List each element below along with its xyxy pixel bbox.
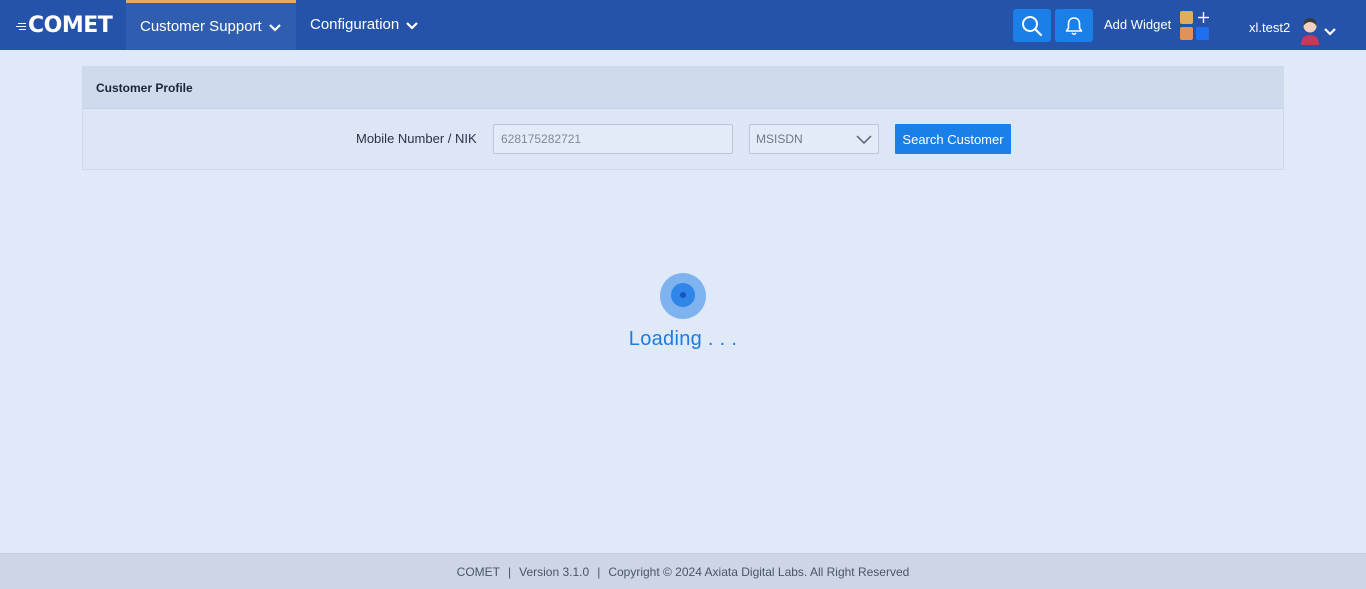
add-widget-label: Add Widget (1104, 16, 1172, 32)
footer: COMET | Version 3.1.0 | Copyright © 2024… (0, 553, 1366, 589)
search-button[interactable] (1013, 9, 1051, 42)
add-widget-icon (1180, 11, 1212, 43)
nav-customer-support-label: Customer Support (140, 17, 262, 35)
comet-logo[interactable]: COMET (16, 13, 113, 38)
footer-app-name: COMET (456, 564, 500, 579)
footer-version: Version 3.1.0 (519, 564, 590, 579)
chevron-down-icon (268, 23, 281, 32)
footer-separator: | (597, 564, 601, 579)
search-customer-button[interactable]: Search Customer (895, 124, 1011, 154)
add-widget-button[interactable]: Add Widget (1104, 0, 1209, 50)
id-type-selected-value: MSISDN (756, 132, 803, 146)
top-navigation-bar: COMET Customer Support Configuration Add… (0, 0, 1366, 50)
search-icon (1022, 15, 1043, 36)
chevron-down-icon (406, 22, 419, 30)
mobile-number-label: Mobile Number / NIK (356, 131, 477, 146)
logo-speed-lines-icon (16, 20, 28, 32)
nav-configuration-label: Configuration (310, 16, 400, 33)
panel-header: Customer Profile (83, 67, 1283, 109)
id-type-select[interactable]: MSISDN (749, 124, 879, 154)
chevron-down-icon (856, 135, 872, 145)
username: xl.test2 (1249, 19, 1291, 35)
loading-text: Loading . . . (628, 328, 738, 350)
loading-spinner-icon (660, 273, 706, 319)
avatar (1301, 18, 1319, 45)
logo-text: COMET (28, 13, 113, 38)
mobile-number-input[interactable] (493, 124, 733, 154)
chevron-down-icon (1324, 28, 1336, 36)
footer-copyright: Copyright © 2024 Axiata Digital Labs. Al… (608, 564, 910, 579)
notifications-button[interactable] (1055, 9, 1093, 42)
bell-icon (1065, 16, 1083, 35)
nav-customer-support[interactable]: Customer Support (126, 0, 296, 50)
customer-profile-panel: Customer Profile Mobile Number / NIK MSI… (82, 66, 1284, 170)
footer-separator: | (508, 564, 512, 579)
user-menu[interactable]: xl.test2 (1249, 0, 1336, 50)
nav-configuration[interactable]: Configuration (310, 0, 430, 50)
panel-title: Customer Profile (96, 80, 193, 95)
